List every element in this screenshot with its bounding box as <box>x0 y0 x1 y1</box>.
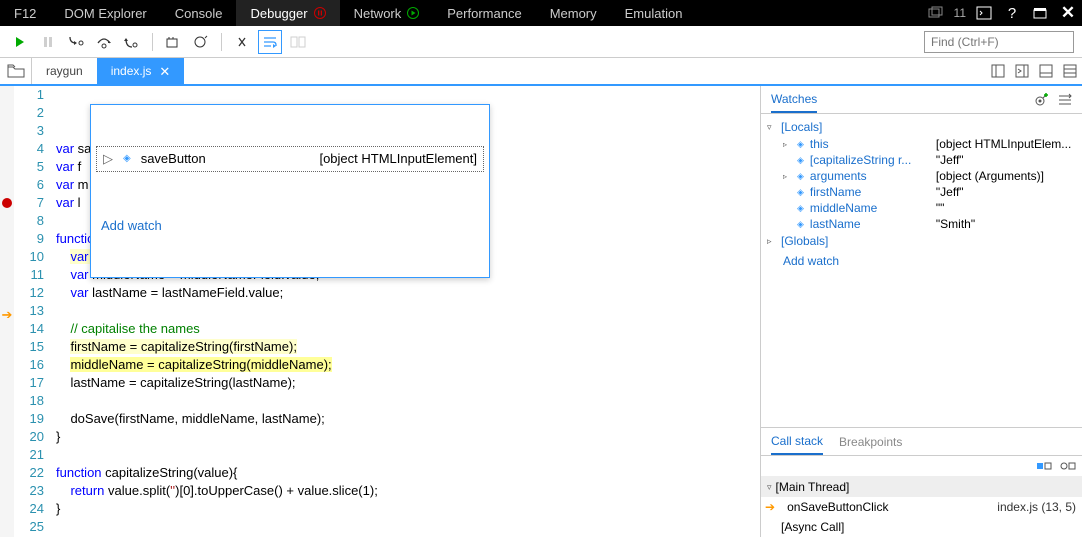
console-shortcut-icon[interactable] <box>970 0 998 26</box>
sidebar: Watches ▿[Locals] ▹◈this[object HTMLInpu… <box>760 86 1082 537</box>
object-icon: ◈ <box>123 150 131 168</box>
globals-label: [Globals] <box>781 234 828 248</box>
watch-tooltip-row[interactable]: ▷ ◈ saveButton [object HTMLInputElement] <box>96 146 484 172</box>
callstack-tabbar: Call stack Breakpoints <box>761 428 1082 456</box>
code-body[interactable]: ▷ ◈ saveButton [object HTMLInputElement]… <box>50 86 760 537</box>
callstack-row[interactable]: [Async Call] <box>761 517 1082 537</box>
watch-var-value: [object HTMLInputElement] <box>319 150 477 168</box>
breakpoints-tab[interactable]: Breakpoints <box>839 430 902 454</box>
watches-tabbar: Watches <box>761 86 1082 114</box>
globals-section[interactable]: ▹[Globals] <box>761 232 1082 250</box>
close-icon[interactable]: ✕ <box>1054 0 1082 26</box>
watch-var-name: saveButton <box>141 150 206 168</box>
toggle-pane-3-icon[interactable] <box>1034 59 1058 83</box>
continue-button[interactable] <box>8 30 32 54</box>
watch-tooltip: ▷ ◈ saveButton [object HTMLInputElement]… <box>90 104 490 278</box>
main-thread-header[interactable]: ▿[Main Thread] <box>761 477 1082 497</box>
tab-network-label: Network <box>354 6 402 21</box>
callstack-row[interactable]: onSaveButtonClickindex.js (13, 5) <box>761 497 1082 517</box>
tab-console[interactable]: Console <box>161 0 237 26</box>
delete-all-watches-icon[interactable] <box>1058 93 1072 107</box>
breakpoint-gutter[interactable]: ➔ <box>0 86 14 537</box>
locals-label: [Locals] <box>781 120 822 134</box>
main-thread-label: [Main Thread] <box>776 480 850 494</box>
file-tab-indexjs-label: index.js <box>111 64 152 78</box>
callstack-tab[interactable]: Call stack <box>771 429 823 455</box>
pause-button[interactable] <box>36 30 60 54</box>
exception-behavior-button[interactable] <box>189 30 213 54</box>
tab-performance[interactable]: Performance <box>433 0 535 26</box>
undock-icon[interactable] <box>1026 0 1054 26</box>
file-tab-raygun[interactable]: raygun <box>32 58 97 84</box>
toggle-pane-1-icon[interactable] <box>986 59 1010 83</box>
tab-debugger[interactable]: Debugger <box>236 0 339 26</box>
local-var-row[interactable]: ▹◈arguments[object (Arguments)] <box>761 168 1082 184</box>
f12-label: F12 <box>0 0 50 26</box>
file-tab-bar: raygun index.js ✕ <box>0 58 1082 86</box>
debugger-toolbar <box>0 26 1082 58</box>
devtools-topbar: F12 DOM Explorer Console Debugger Networ… <box>0 0 1082 26</box>
step-over-button[interactable] <box>92 30 116 54</box>
notify-count: 11 <box>950 0 970 26</box>
local-var-row[interactable]: ▹◈this[object HTMLInputElem... <box>761 136 1082 152</box>
word-wrap-button[interactable] <box>258 30 282 54</box>
step-out-button[interactable] <box>120 30 144 54</box>
add-watch-link-sidebar[interactable]: Add watch <box>761 250 1082 272</box>
watches-tab[interactable]: Watches <box>771 87 817 113</box>
main-split: ➔ 12345678910111213141516171819202122232… <box>0 86 1082 537</box>
local-var-row[interactable]: ◈[capitalizeString r..."Jeff" <box>761 152 1082 168</box>
topbar-right: 11 ? ✕ <box>922 0 1082 26</box>
library-frames-icon[interactable] <box>1060 460 1076 472</box>
async-frames-icon[interactable] <box>1036 460 1052 472</box>
tab-memory[interactable]: Memory <box>536 0 611 26</box>
file-tab-indexjs[interactable]: index.js ✕ <box>97 58 185 84</box>
tab-emulation[interactable]: Emulation <box>611 0 697 26</box>
close-tab-icon[interactable]: ✕ <box>159 65 170 78</box>
notifications-icon[interactable] <box>922 0 950 26</box>
toggle-pane-4-icon[interactable] <box>1058 59 1082 83</box>
pause-badge-icon <box>314 7 326 19</box>
code-editor[interactable]: ➔ 12345678910111213141516171819202122232… <box>0 86 760 537</box>
tab-debugger-label: Debugger <box>250 6 307 21</box>
help-icon[interactable]: ? <box>998 0 1026 26</box>
line-numbers: 1234567891011121314151617181920212223242… <box>14 86 50 537</box>
source-map-button[interactable] <box>286 30 310 54</box>
local-var-row[interactable]: ◈lastName"Smith" <box>761 216 1082 232</box>
open-file-button[interactable] <box>0 58 32 84</box>
expand-icon[interactable]: ▷ <box>103 150 113 168</box>
pretty-print-button[interactable] <box>230 30 254 54</box>
local-var-row[interactable]: ◈firstName"Jeff" <box>761 184 1082 200</box>
locals-section[interactable]: ▿[Locals] <box>761 118 1082 136</box>
search-container <box>924 31 1074 53</box>
watches-panel: ▿[Locals] ▹◈this[object HTMLInputElem...… <box>761 114 1082 428</box>
search-input[interactable] <box>924 31 1074 53</box>
toggle-pane-2-icon[interactable] <box>1010 59 1034 83</box>
play-badge-icon <box>407 7 419 19</box>
add-watch-icon[interactable] <box>1034 93 1050 107</box>
tab-dom-explorer[interactable]: DOM Explorer <box>50 0 160 26</box>
tab-network[interactable]: Network <box>340 0 434 26</box>
callstack-panel: ▿[Main Thread] onSaveButtonClickindex.js… <box>761 456 1082 537</box>
step-into-button[interactable] <box>64 30 88 54</box>
break-new-worker-button[interactable] <box>161 30 185 54</box>
add-watch-link[interactable]: Add watch <box>91 213 489 241</box>
local-var-row[interactable]: ◈middleName"" <box>761 200 1082 216</box>
